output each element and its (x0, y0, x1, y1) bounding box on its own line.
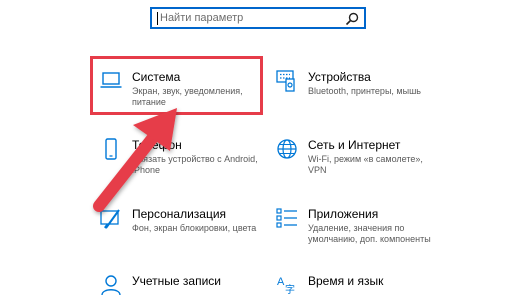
tile-description: Удаление, значения по умолчанию, доп. ко… (308, 223, 431, 244)
apps-icon (276, 208, 297, 228)
tile-description: Wi-Fi, режим «в самолете», VPN (308, 154, 423, 175)
tile-title: Персонализация (132, 207, 227, 221)
search-input[interactable]: Найти параметр (160, 12, 243, 24)
personalization-icon (100, 209, 120, 229)
svg-text:A: A (277, 276, 285, 288)
tile-title: Устройства (308, 70, 371, 84)
annotation-arrow (93, 108, 177, 212)
tile-title: Учетные записи (132, 274, 221, 288)
search-icon[interactable] (345, 12, 359, 26)
globe-icon (277, 139, 297, 159)
tile-title: Время и язык (308, 274, 384, 288)
tile-title: Телефон (132, 138, 182, 152)
highlight-frame (90, 56, 263, 115)
search-box[interactable]: Найти параметр (150, 7, 366, 29)
time-language-icon: A 字 (277, 276, 295, 296)
text-caret (157, 12, 158, 25)
tile-description: Bluetooth, принтеры, мышь (308, 86, 421, 96)
tile-description: Связать устройство с Android, iPhone (132, 154, 258, 175)
tile-description: Фон, экран блокировки, цвета (132, 223, 257, 233)
account-icon (101, 275, 121, 296)
keyboard-icon (276, 70, 295, 92)
phone-icon (105, 138, 117, 160)
tile-title: Приложения (308, 207, 379, 221)
tile-title: Сеть и Интернет (308, 138, 401, 152)
